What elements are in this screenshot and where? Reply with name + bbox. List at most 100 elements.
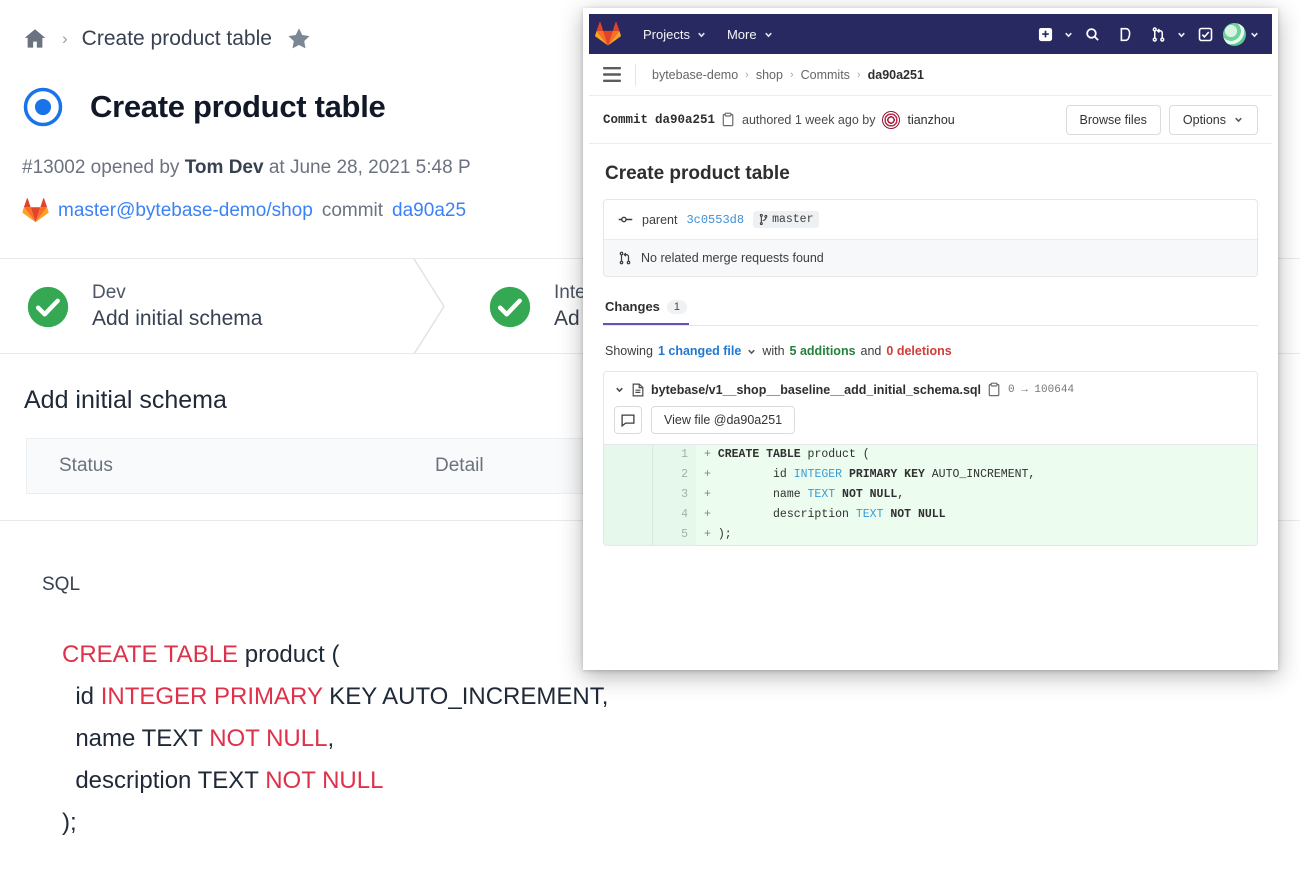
sql-line: id INTEGER PRIMARY KEY AUTO_INCREMENT, <box>62 676 608 718</box>
breadcrumb-item-group[interactable]: bytebase-demo <box>652 68 738 82</box>
column-header-detail: Detail <box>435 455 484 477</box>
issue-author: Tom Dev <box>185 157 264 178</box>
options-label: Options <box>1183 113 1226 127</box>
merge-request-text: No related merge requests found <box>641 251 824 265</box>
diff-summary: Showing 1 changed file with 5 additions … <box>605 344 1258 358</box>
sql-keyword: NOT NULL <box>265 767 383 794</box>
commit-word: commit <box>322 200 383 222</box>
issues-icon[interactable] <box>1110 19 1140 49</box>
comment-button[interactable] <box>614 406 642 434</box>
browse-files-label: Browse files <box>1080 113 1147 127</box>
branch-chip[interactable]: master <box>753 211 819 228</box>
commit-node-icon <box>618 214 633 225</box>
star-icon[interactable] <box>286 26 312 52</box>
pipeline-stage-name: Dev <box>92 280 262 305</box>
diff-line-code: + name TEXT NOT NULL, <box>696 485 1257 505</box>
tab-changes[interactable]: Changes 1 <box>603 299 689 325</box>
task-section-title: Add initial schema <box>24 386 227 415</box>
chevron-down-icon[interactable] <box>614 384 625 395</box>
diff-line[interactable]: 1+ CREATE TABLE product ( <box>604 445 1257 465</box>
author-avatar[interactable] <box>882 111 900 129</box>
code-token: CREATE TABLE <box>718 448 801 461</box>
code-token <box>835 488 842 501</box>
diff-old-line-number <box>604 505 652 525</box>
chevron-down-icon[interactable] <box>1176 29 1187 40</box>
diff-line[interactable]: 3+ name TEXT NOT NULL, <box>604 485 1257 505</box>
diff-line[interactable]: 4+ description TEXT NOT NULL <box>604 505 1257 525</box>
code-token: PRIMARY KEY <box>849 468 925 481</box>
gitlab-tanuki-icon[interactable] <box>595 21 633 47</box>
breadcrumb-item-project[interactable]: shop <box>756 68 783 82</box>
breadcrumb-separator: › <box>857 69 861 81</box>
code-token: id <box>718 468 794 481</box>
diff-code-table: 1+ CREATE TABLE product (2+ id INTEGER P… <box>604 444 1257 545</box>
merge-requests-icon[interactable] <box>1143 19 1173 49</box>
commit-repo-link[interactable]: master@bytebase-demo/shop <box>58 200 313 222</box>
diff-new-line-number: 2 <box>652 465 696 485</box>
diff-file-header: bytebase/v1__shop__baseline__add_initial… <box>604 372 1257 444</box>
diff-line-code: + id INTEGER PRIMARY KEY AUTO_INCREMENT, <box>696 465 1257 485</box>
diff-file-name[interactable]: bytebase/v1__shop__baseline__add_initial… <box>651 383 981 397</box>
new-item-icon[interactable] <box>1030 19 1060 49</box>
chevron-down-icon[interactable] <box>746 346 757 357</box>
page-title: Create product table <box>90 89 385 125</box>
commit-sha: da90a251 <box>655 113 715 127</box>
author-name[interactable]: tianzhou <box>907 113 954 127</box>
parent-row: parent 3c0553d8 master <box>604 200 1257 239</box>
parent-label: parent <box>642 213 677 227</box>
diff-marker: + <box>704 528 718 541</box>
chevron-down-icon <box>696 29 707 40</box>
issue-meta-prefix: #13002 opened by <box>22 157 185 178</box>
diff-marker: + <box>704 508 718 521</box>
pipeline-stage-dev[interactable]: Dev Add initial schema <box>0 259 262 354</box>
diff-old-line-number <box>604 465 652 485</box>
nav-more[interactable]: More <box>717 14 784 54</box>
column-header-status: Status <box>59 455 113 477</box>
search-icon[interactable] <box>1077 19 1107 49</box>
commit-sha-link[interactable]: da90a25 <box>392 200 466 222</box>
diff-old-line-number <box>604 485 652 505</box>
sql-statement: CREATE TABLE product ( id INTEGER PRIMAR… <box>62 634 608 844</box>
diff-line[interactable]: 5+ ); <box>604 525 1257 545</box>
view-file-button[interactable]: View file @da90a251 <box>651 406 795 434</box>
diff-new-line-number: 1 <box>652 445 696 465</box>
code-token: NOT NULL <box>890 508 945 521</box>
avatar[interactable] <box>1223 23 1246 46</box>
parent-sha-link[interactable]: 3c0553d8 <box>686 213 744 227</box>
code-token: TEXT <box>808 488 836 501</box>
hamburger-icon[interactable] <box>603 67 635 82</box>
diff-line-code: + ); <box>696 525 1257 545</box>
open-status-icon <box>22 86 64 128</box>
todos-icon[interactable] <box>1190 19 1220 49</box>
code-token: description <box>718 508 856 521</box>
diff-line[interactable]: 2+ id INTEGER PRIMARY KEY AUTO_INCREMENT… <box>604 465 1257 485</box>
breadcrumb-current[interactable]: Create product table <box>82 27 272 51</box>
pipeline-stage-task: Ad <box>554 305 586 333</box>
sql-text: , <box>327 725 334 752</box>
pipeline-stage-integration[interactable]: Inte Ad <box>462 259 586 354</box>
sql-line: name TEXT NOT NULL, <box>62 718 608 760</box>
additions-count: 5 additions <box>790 344 856 358</box>
navbar-actions <box>1030 19 1260 49</box>
diff-line-code: + description TEXT NOT NULL <box>696 505 1257 525</box>
home-icon[interactable] <box>22 26 48 52</box>
commit-info-box: parent 3c0553d8 master No related merge … <box>603 199 1258 277</box>
chevron-down-icon[interactable] <box>1063 29 1074 40</box>
merge-request-icon <box>618 251 632 265</box>
code-token: AUTO_INCREMENT, <box>925 468 1035 481</box>
pipeline-stage-name: Inte <box>554 280 586 305</box>
deletions-count: 0 deletions <box>886 344 951 358</box>
browse-files-button[interactable]: Browse files <box>1066 105 1161 135</box>
copy-path-icon[interactable] <box>988 382 1001 397</box>
nav-projects-label: Projects <box>643 27 690 42</box>
copy-icon[interactable] <box>722 112 735 127</box>
nav-projects[interactable]: Projects <box>633 14 717 54</box>
issue-meta-suffix: at June 28, 2021 5:48 P <box>264 157 471 178</box>
changed-files-dropdown[interactable]: 1 changed file <box>658 344 741 358</box>
diff-old-line-number <box>604 445 652 465</box>
chevron-down-icon[interactable] <box>1249 29 1260 40</box>
breadcrumb-item-commits[interactable]: Commits <box>801 68 850 82</box>
options-button[interactable]: Options <box>1169 105 1258 135</box>
breadcrumb: › Create product table <box>22 26 312 52</box>
diff-marker: + <box>704 488 718 501</box>
